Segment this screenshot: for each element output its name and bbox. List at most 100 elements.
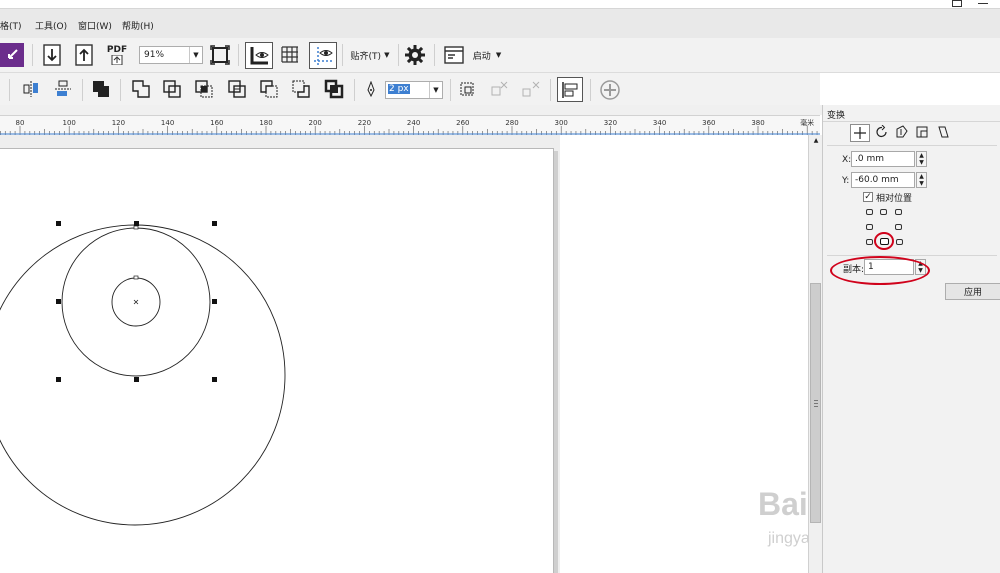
align-distribute-icon[interactable] [456,78,478,100]
ruler-tick-label: 100 [63,119,76,127]
y-spinner[interactable]: ▲ ▼ [916,172,927,188]
export-icon[interactable] [72,43,96,67]
ruler-tick-label: 220 [358,119,371,127]
drawing-objects [0,221,286,526]
back-minus-front-icon[interactable] [290,78,312,100]
selection-handle-tl[interactable] [56,221,61,226]
show-rulers-icon[interactable] [245,42,273,69]
anchor-bottom-right[interactable] [896,239,903,245]
create-boundary-icon[interactable] [322,78,346,100]
menu-item-tools[interactable]: 工具(O) [35,19,67,32]
y-position-field[interactable]: -60.0 mm [851,172,915,188]
menu-item-window[interactable]: 窗口(W) [78,19,112,32]
ruler-tick-label: 380 [751,119,764,127]
menu-item-help[interactable]: 帮助(H) [122,19,154,32]
show-grid-icon[interactable] [277,43,303,67]
combine-icon[interactable] [90,78,112,100]
scroll-thumb[interactable] [810,283,821,523]
mirror-vertical-icon[interactable] [52,78,74,100]
node-top-medium[interactable] [133,225,139,230]
relative-position-label: 相对位置 [876,194,913,204]
position-tab[interactable] [850,124,870,142]
standard-toolbar: PDF 91% ▼ 贴齐(T) ▼ 启动 ▼ [0,38,1000,73]
remove-overlap-icon[interactable] [488,78,510,100]
relative-position-checkbox[interactable]: ✓ [863,192,873,202]
launch-dropdown[interactable]: 启动 ▼ [468,46,506,64]
menu-bar: 格(T) 工具(O) 窗口(W) 帮助(H) [0,8,1000,39]
ruler-tick-label: 180 [259,119,272,127]
chevron-down-icon: ▼ [429,82,442,98]
scale-mirror-icon[interactable] [895,125,911,141]
center-marker [133,299,139,305]
ruler-tick-label: 200 [309,119,322,127]
ruler-tick-label: 300 [555,119,568,127]
weld-icon[interactable] [130,78,152,100]
anchor-top-center[interactable] [880,209,887,215]
selection-handle-mr[interactable] [212,299,217,304]
vertical-scrollbar[interactable]: ▲ [808,135,823,573]
zoom-fit-icon[interactable] [209,44,231,66]
trim-icon[interactable] [161,78,183,100]
selection-handle-tr[interactable] [212,221,217,226]
publish-pdf-button[interactable]: PDF [103,42,131,68]
ruler-tick-label: 120 [112,119,125,127]
app-launcher-icon[interactable] [0,43,24,67]
y-label: Y: [842,176,850,186]
node-top-small[interactable] [133,275,139,280]
rotate-icon[interactable] [875,124,891,141]
ruler-tick-label: 320 [604,119,617,127]
large-circle[interactable] [0,224,286,526]
anchor-highlight-circle [874,232,894,250]
add-icon[interactable] [598,78,622,102]
mirror-horizontal-icon[interactable] [20,78,42,100]
outline-width-value: 2 px [388,84,410,94]
apply-label: 应用 [963,288,982,298]
selection-handle-tc[interactable] [134,221,139,226]
x-label: X: [842,155,852,165]
x-position-field[interactable]: .0 mm [851,151,915,167]
scroll-up-arrow[interactable]: ▲ [811,137,821,145]
import-icon[interactable] [40,43,64,67]
snap-to-label: 贴齐(T) [350,51,382,62]
anchor-top-left[interactable] [866,209,873,215]
horizontal-ruler[interactable]: 80 100 120 140 160 180 200 220 240 260 280 300 320 34… [0,115,820,136]
anchor-bottom-left[interactable] [866,239,873,245]
break-apart-icon[interactable] [520,78,542,100]
window-dash-icon[interactable] [978,3,988,4]
front-minus-back-icon[interactable] [258,78,280,100]
size-icon[interactable] [915,125,931,141]
outline-width-dropdown[interactable]: 2 px ▼ [385,81,443,99]
snap-to-dropdown[interactable]: 贴齐(T) ▼ [347,46,393,64]
ruler-tick-label: 280 [505,119,518,127]
drawing-canvas[interactable] [0,135,808,573]
simplify-icon[interactable] [226,78,248,100]
restore-icon[interactable] [952,0,962,7]
anchor-middle-left[interactable] [866,224,873,230]
menu-item-layout[interactable]: 格(T) [0,19,22,32]
intersect-icon[interactable] [193,78,215,100]
ruler-tick-label: 140 [161,119,174,127]
show-guidelines-icon[interactable] [309,42,337,69]
panel-title: 变换 [827,111,846,121]
selection-handle-bc[interactable] [134,377,139,382]
ruler-tick-label: 240 [407,119,420,127]
chevron-down-icon: ▼ [189,47,202,63]
selection-handle-br[interactable] [212,377,217,382]
gear-icon[interactable] [403,43,427,67]
x-spinner[interactable]: ▲ ▼ [916,151,927,167]
selection-handle-ml[interactable] [56,299,61,304]
zoom-level-value: 91% [144,50,165,60]
skew-icon[interactable] [936,125,952,141]
anchor-top-right[interactable] [895,209,902,215]
zoom-level-dropdown[interactable]: 91% ▼ [139,46,203,64]
selection-handle-bl[interactable] [56,377,61,382]
move-icon [854,127,866,139]
ruler-tick-label: 260 [456,119,469,127]
application-launcher-icon[interactable] [442,43,466,67]
launch-label: 启动 [472,51,491,62]
transform-docker: 变换 X: .0 mm ▲ ▼ Y: -60.0 mm ▲ ▼ ✓ 相对位置 副本:… [822,105,1000,573]
align-left-icon[interactable] [557,77,583,102]
apply-button[interactable]: 应用 [945,283,1000,300]
ruler-tick-label: 340 [653,119,666,127]
anchor-middle-right[interactable] [895,224,902,230]
